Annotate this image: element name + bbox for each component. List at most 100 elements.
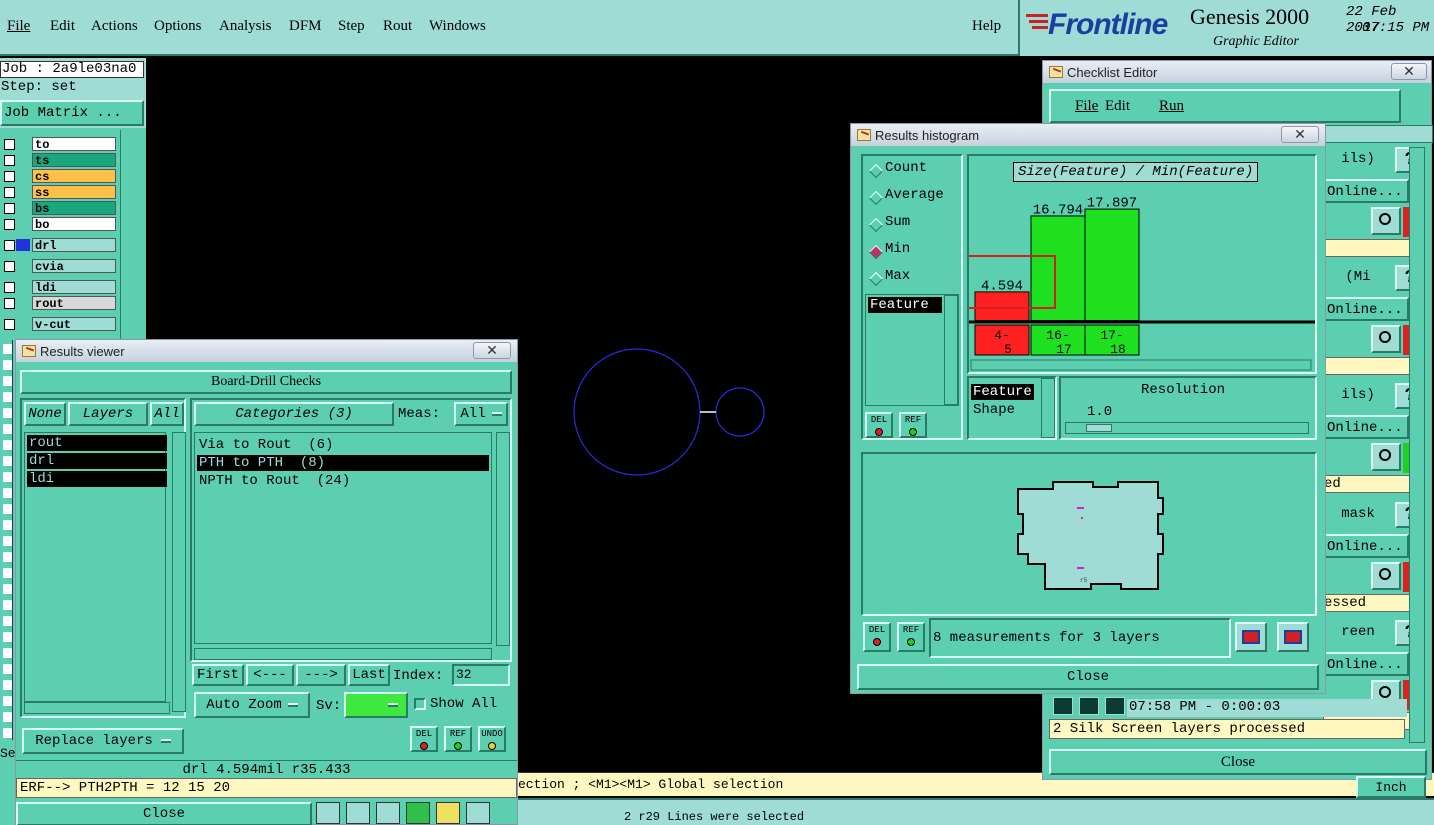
layer-checkbox[interactable] [4, 318, 15, 330]
layer-row[interactable]: drl [0, 238, 120, 253]
checklist-online-button[interactable]: Online... [1323, 652, 1409, 676]
units-button[interactable]: Inch [1356, 776, 1426, 798]
checklist-online-button[interactable]: Online... [1323, 179, 1409, 203]
checklist-close-button[interactable]: Close [1049, 749, 1427, 775]
histogram-bar[interactable] [1084, 208, 1140, 322]
layer-name[interactable]: rout [32, 296, 116, 311]
stat-label[interactable]: Min [885, 241, 910, 257]
menu-rout[interactable]: Rout [383, 18, 412, 35]
layer-row[interactable]: to [0, 137, 120, 152]
menu-analysis[interactable]: Analysis [219, 18, 272, 35]
checklist-zoom-icon[interactable] [1371, 443, 1401, 471]
layers-vscroll[interactable] [172, 432, 186, 712]
layers-hscroll[interactable] [24, 702, 170, 714]
layer-name[interactable]: v-cut [32, 317, 116, 332]
viewer-layer-item[interactable]: ldi [27, 471, 167, 487]
layer-name[interactable]: ts [32, 153, 116, 168]
meas-select[interactable]: All [454, 402, 508, 426]
stat-label[interactable]: Count [885, 160, 927, 176]
category-item[interactable]: PTH to PTH (8) [197, 455, 489, 471]
layer-checkbox[interactable] [4, 170, 15, 182]
layer-checkbox[interactable] [4, 297, 15, 309]
menu-help[interactable]: Help [972, 18, 1001, 35]
group-scrollbar[interactable] [1041, 378, 1055, 438]
layer-row[interactable]: v-cut [0, 317, 120, 332]
checklist-zoom-icon[interactable] [1371, 562, 1401, 590]
menu-file[interactable]: File [7, 18, 30, 35]
stat-label[interactable]: Sum [885, 214, 910, 230]
checklist-erf-icon[interactable] [1105, 697, 1125, 715]
histogram-bar[interactable] [1030, 215, 1086, 321]
layer-checkbox[interactable] [4, 260, 15, 272]
layer-name[interactable]: ldi [32, 280, 116, 295]
notes-icon[interactable] [436, 802, 460, 824]
layer-row[interactable]: bs [0, 201, 120, 216]
layer-name[interactable]: drl [32, 238, 116, 253]
menu-step[interactable]: Step [338, 18, 365, 35]
layer-checkbox[interactable] [4, 202, 15, 214]
number-icon[interactable] [406, 802, 430, 824]
auto-zoom-select[interactable]: Auto Zoom [194, 692, 310, 718]
stat-radio[interactable] [868, 163, 884, 179]
stat-label[interactable]: Max [885, 268, 910, 284]
viewer-close-button[interactable]: Close [16, 802, 312, 825]
layer-row[interactable]: ts [0, 153, 120, 168]
checklist-zoom-icon[interactable] [1371, 325, 1401, 353]
stat-radio[interactable] [868, 190, 884, 206]
menu-windows[interactable]: Windows [429, 18, 486, 35]
ref-cross-icon[interactable] [376, 802, 400, 824]
histogram-ref-button[interactable]: REF [899, 412, 927, 438]
histogram-close-icon[interactable]: ✕ [1281, 126, 1319, 143]
layer-checkbox[interactable] [4, 138, 15, 150]
checklist-menu-file[interactable]: File [1075, 98, 1098, 115]
feature-scrollbar[interactable] [944, 295, 958, 405]
stat-radio[interactable] [868, 217, 884, 233]
checklist-menu-edit[interactable]: Edit [1105, 98, 1130, 115]
viewer-layer-item[interactable]: rout [27, 435, 167, 451]
checklist-online-button[interactable]: Online... [1323, 415, 1409, 439]
layer-checkbox[interactable] [4, 154, 15, 166]
preview-del-button[interactable]: DEL [863, 622, 891, 652]
next-button[interactable]: ---> [296, 664, 346, 686]
layer-row[interactable]: bo [0, 217, 120, 232]
viewer-layer-item[interactable]: drl [27, 453, 167, 469]
layer-checkbox[interactable] [4, 239, 15, 251]
checklist-scrollbar[interactable] [1409, 147, 1425, 743]
layer-row[interactable]: ldi [0, 280, 120, 295]
menu-edit[interactable]: Edit [50, 18, 75, 35]
categories-button[interactable]: Categories (3) [194, 402, 394, 426]
all-button[interactable]: All [150, 402, 184, 426]
checklist-run-icon[interactable] [1053, 697, 1073, 715]
warning-icon[interactable] [316, 802, 340, 824]
layers-button[interactable]: Layers [68, 402, 148, 426]
category-item[interactable]: NPTH to Rout (24) [197, 473, 489, 489]
pad-circle-small[interactable] [715, 387, 765, 437]
layer-name[interactable]: cs [32, 169, 116, 184]
zoom-to-icon[interactable] [1235, 622, 1267, 652]
stat-radio[interactable] [868, 244, 884, 260]
layer-row[interactable]: ss [0, 185, 120, 200]
layer-name[interactable]: cvia [32, 259, 116, 274]
layer-name[interactable]: ss [32, 185, 116, 200]
replace-layers-select[interactable]: Replace layers [22, 728, 184, 754]
last-button[interactable]: Last [348, 664, 390, 686]
menu-options[interactable]: Options [154, 18, 202, 35]
layer-name[interactable]: to [32, 137, 116, 152]
viewer-undo-button[interactable]: UNDO [478, 726, 506, 752]
stat-radio[interactable] [868, 271, 884, 287]
resolution-slider[interactable] [1065, 422, 1309, 434]
sv-select[interactable] [344, 692, 408, 718]
layer-checkbox[interactable] [4, 281, 15, 293]
layer-checkbox[interactable] [4, 186, 15, 198]
none-button[interactable]: None [24, 402, 66, 426]
chart-icon[interactable] [466, 802, 490, 824]
histogram-plot[interactable]: 4.594 4-5 16.794 16-17 17.897 17-18 [969, 156, 1315, 372]
categories-hscroll[interactable] [194, 648, 492, 660]
board-preview[interactable]: r5 [861, 452, 1317, 616]
chart-hscroll[interactable] [970, 359, 1312, 371]
first-button[interactable]: First [192, 664, 244, 686]
viewer-del-button[interactable]: DEL [410, 726, 438, 752]
categories-vscroll[interactable] [496, 432, 510, 646]
layer-checkbox[interactable] [4, 218, 15, 230]
checklist-menu-run[interactable]: Run [1159, 98, 1184, 115]
